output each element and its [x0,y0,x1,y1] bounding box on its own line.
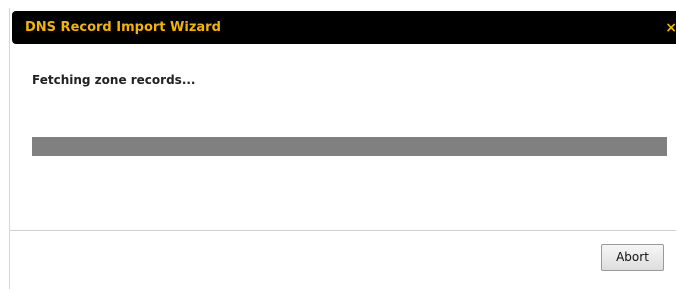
import-wizard-dialog: DNS Record Import Wizard × Fetching zone… [9,8,676,289]
abort-button[interactable]: Abort [601,244,664,271]
status-text: Fetching zone records... [32,73,196,87]
footer-divider [10,230,676,231]
progress-bar [32,137,667,156]
dialog-title: DNS Record Import Wizard [25,20,221,35]
dialog-titlebar: DNS Record Import Wizard × [12,11,676,44]
progress-bar-fill [32,137,667,156]
close-icon[interactable]: × [663,18,676,38]
